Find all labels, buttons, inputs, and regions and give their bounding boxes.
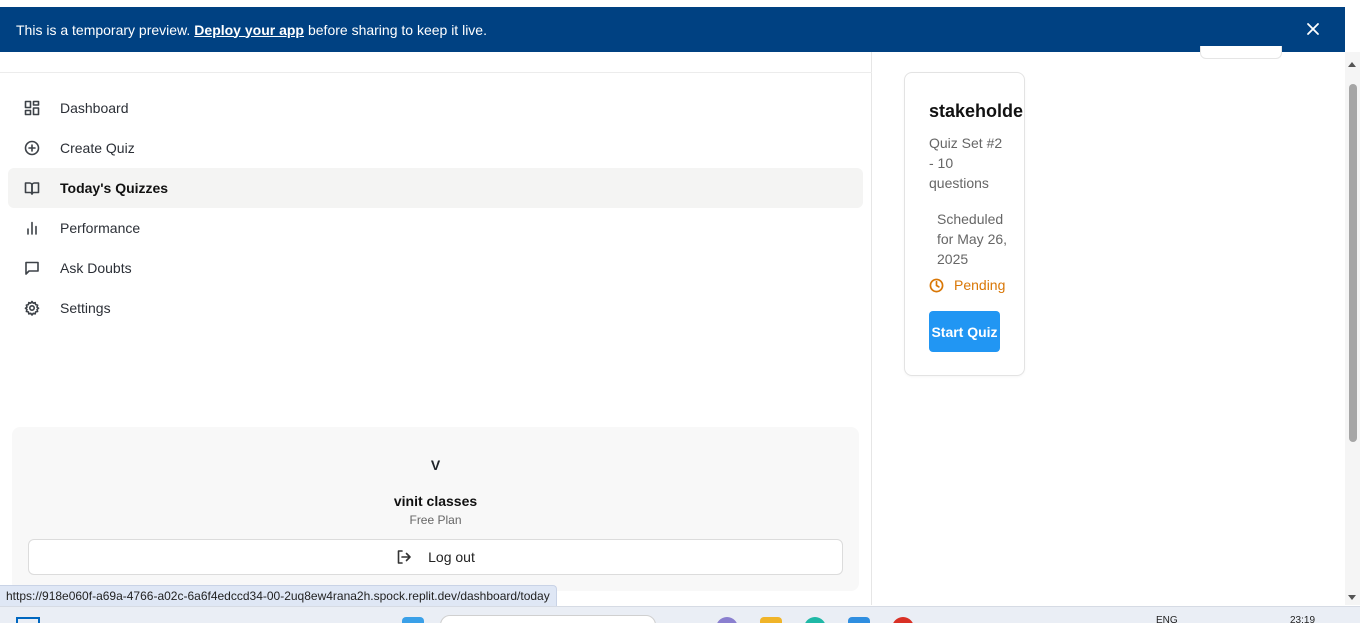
sidebar: Dashboard Create Quiz Today's Quizzes Pe… [0, 52, 872, 605]
plus-circle-icon [24, 140, 40, 156]
clock-icon [929, 278, 944, 292]
quiz-subtitle: Quiz Set #2 - 10 questions [929, 135, 1003, 191]
taskbar-search-input[interactable] [440, 615, 656, 623]
deploy-app-link[interactable]: Deploy your app [194, 22, 304, 38]
sidebar-item-ask-doubts[interactable]: Ask Doubts [8, 248, 863, 288]
taskbar: ENG 23:19 [0, 606, 1360, 623]
windows-start-icon[interactable] [16, 617, 40, 623]
sidebar-item-label: Dashboard [60, 100, 129, 116]
status-badge: Pending [929, 277, 1005, 293]
banner-text-before: This is a temporary preview. [16, 21, 191, 38]
quiz-title: stakeholder [929, 101, 1025, 121]
sidebar-item-label: Performance [60, 220, 141, 236]
avatar: V [430, 457, 441, 473]
message-square-icon [25, 261, 39, 275]
status-url-bar: https://918e060f-a69a-4766-a02c-6a6f4edc… [0, 585, 557, 606]
sidebar-item-label: Settings [60, 300, 111, 316]
folder-icon[interactable] [760, 617, 782, 623]
scroll-up-icon[interactable] [1348, 62, 1356, 67]
user-plan: Free Plan [409, 513, 462, 527]
sidebar-divider [0, 72, 872, 73]
chrome-icon[interactable] [892, 617, 914, 623]
sidebar-item-create-quiz[interactable]: Create Quiz [8, 128, 863, 168]
sidebar-nav: Dashboard Create Quiz Today's Quizzes Pe… [8, 88, 863, 328]
scrollbar-thumb[interactable] [1349, 84, 1357, 442]
clock-time[interactable]: 23:19 [1290, 615, 1315, 623]
sidebar-item-todays-quizzes[interactable]: Today's Quizzes [8, 168, 863, 208]
sidebar-item-settings[interactable]: Settings [8, 288, 863, 328]
scroll-down-icon[interactable] [1348, 595, 1356, 600]
window-top-edge [0, 0, 1360, 7]
sidebar-item-performance[interactable]: Performance [8, 208, 863, 248]
close-icon[interactable] [1303, 19, 1323, 39]
quiz-schedule: Scheduled for May 26, 2025 [937, 211, 1008, 267]
widgets-icon[interactable] [402, 617, 424, 623]
logout-button[interactable]: Log out [28, 539, 843, 575]
user-card: V vinit classes Free Plan Log out [12, 427, 859, 591]
sidebar-item-label: Create Quiz [60, 140, 135, 156]
header-button-partial[interactable] [1200, 46, 1282, 59]
app-icon[interactable] [716, 617, 738, 623]
page-scrollbar[interactable] [1345, 52, 1360, 605]
user-name: vinit classes [393, 493, 478, 509]
logout-icon [397, 550, 411, 564]
store-icon[interactable] [848, 617, 870, 623]
status-text: Pending [954, 277, 1006, 293]
gear-icon [24, 300, 40, 316]
banner-text-after: before sharing to keep it live. [307, 21, 487, 38]
preview-banner: This is a temporary preview. Deploy your… [0, 7, 1345, 52]
quiz-card: stakeholder Quiz Set #2 - 10 questions S… [904, 72, 1025, 376]
sidebar-item-label: Today's Quizzes [60, 180, 169, 196]
sidebar-item-dashboard[interactable]: Dashboard [8, 88, 863, 128]
sidebar-item-label: Ask Doubts [60, 260, 132, 276]
edge-icon[interactable] [804, 617, 826, 623]
logout-label: Log out [428, 549, 475, 565]
start-quiz-button[interactable]: Start Quiz [929, 311, 1000, 352]
bar-chart-icon [27, 221, 37, 235]
main-page: Dashboard Create Quiz Today's Quizzes Pe… [0, 46, 1345, 605]
dashboard-icon [24, 100, 40, 116]
language-indicator[interactable]: ENG [1156, 615, 1178, 623]
book-open-icon [24, 182, 40, 195]
